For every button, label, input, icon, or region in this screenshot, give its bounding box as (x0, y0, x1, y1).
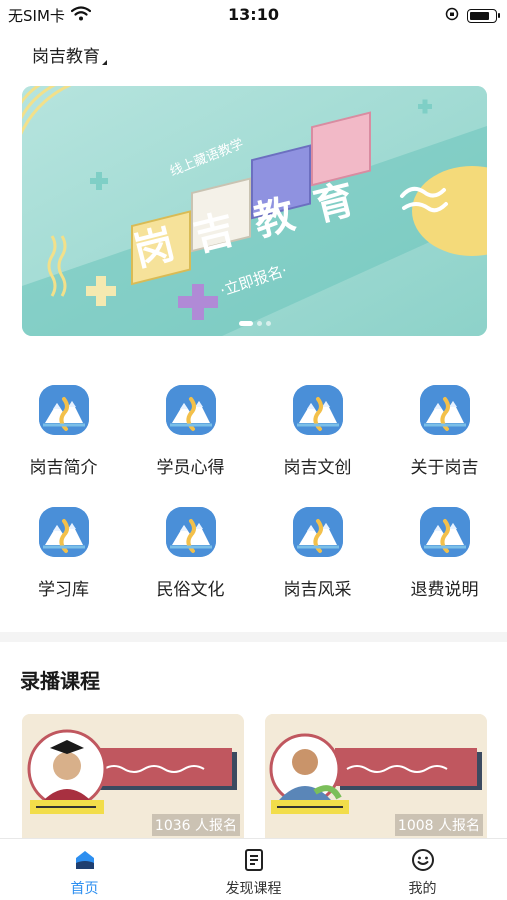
grid-item-label: 岗吉风采 (283, 580, 352, 600)
mountain-logo-icon (38, 507, 89, 557)
tab-home[interactable]: 首页 (0, 847, 169, 898)
clock: 13:10 (228, 5, 279, 24)
mountain-logo-icon (165, 507, 216, 557)
tab-bar: 首页 发现课程 我的 (0, 838, 507, 900)
mountain-logo-icon (292, 507, 343, 557)
grid-item[interactable]: 岗吉文创 (254, 385, 381, 478)
grid-item-label: 关于岗吉 (410, 458, 479, 478)
course-card[interactable]: 1036 人报名 (22, 714, 244, 839)
grid-item[interactable]: 学员心得 (127, 385, 254, 478)
tab-label: 首页 (70, 881, 99, 897)
orientation-lock-icon (445, 6, 459, 25)
grid-item[interactable]: 岗吉简介 (0, 385, 127, 478)
promo-banner[interactable]: 岗 吉 教 育 线上藏语教学 ·立即报名· (22, 86, 487, 336)
banner-dot[interactable] (238, 321, 253, 326)
banner-dot[interactable] (265, 321, 271, 326)
banner-artwork: 岗 吉 教 育 线上藏语教学 ·立即报名· (22, 86, 487, 336)
tab-discover-courses[interactable]: 发现课程 (169, 847, 338, 898)
mountain-logo-icon (292, 385, 343, 435)
mountain-logo-icon (419, 507, 470, 557)
mountain-logo-icon (165, 385, 216, 435)
grid-item[interactable]: 学习库 (0, 507, 127, 600)
mountain-logo-icon (419, 385, 470, 435)
course-card[interactable]: 1008 人报名 (265, 714, 487, 839)
grid-item-label: 退费说明 (410, 580, 479, 600)
section-divider (0, 632, 507, 642)
battery-level (470, 11, 490, 20)
grid-item[interactable]: 岗吉风采 (254, 507, 381, 600)
grid-item[interactable]: 退费说明 (381, 507, 507, 600)
section-title: 录播课程 (20, 669, 100, 693)
mountain-logo-icon (38, 385, 89, 435)
banner-pagination[interactable] (22, 321, 487, 326)
status-bar: 无SIM卡 13:10 (0, 0, 507, 30)
enrollment-count: 1008 人报名 (394, 814, 483, 836)
status-icons (445, 6, 500, 25)
grid-item-label: 民俗文化 (156, 580, 225, 600)
grid-item-label: 岗吉简介 (29, 458, 98, 478)
app-title: 岗吉教育 (32, 47, 100, 67)
grid-item[interactable]: 民俗文化 (127, 507, 254, 600)
grid-item-label: 岗吉文创 (283, 458, 352, 478)
banner-dot[interactable] (256, 321, 262, 326)
home-icon (72, 847, 98, 873)
grid-item-label: 学习库 (38, 580, 89, 600)
grid-item[interactable]: 关于岗吉 (381, 385, 507, 478)
grid-item-label: 学员心得 (156, 458, 225, 478)
dropdown-corner-icon (102, 60, 107, 65)
tab-label: 发现课程 (225, 881, 282, 897)
course-list-icon (241, 847, 267, 873)
tab-label: 我的 (408, 881, 437, 897)
battery-icon (467, 8, 500, 23)
app-title-selector[interactable]: 岗吉教育 (32, 42, 107, 67)
enrollment-count: 1036 人报名 (151, 814, 240, 836)
smiley-profile-icon (410, 847, 436, 873)
tab-profile[interactable]: 我的 (338, 847, 507, 898)
